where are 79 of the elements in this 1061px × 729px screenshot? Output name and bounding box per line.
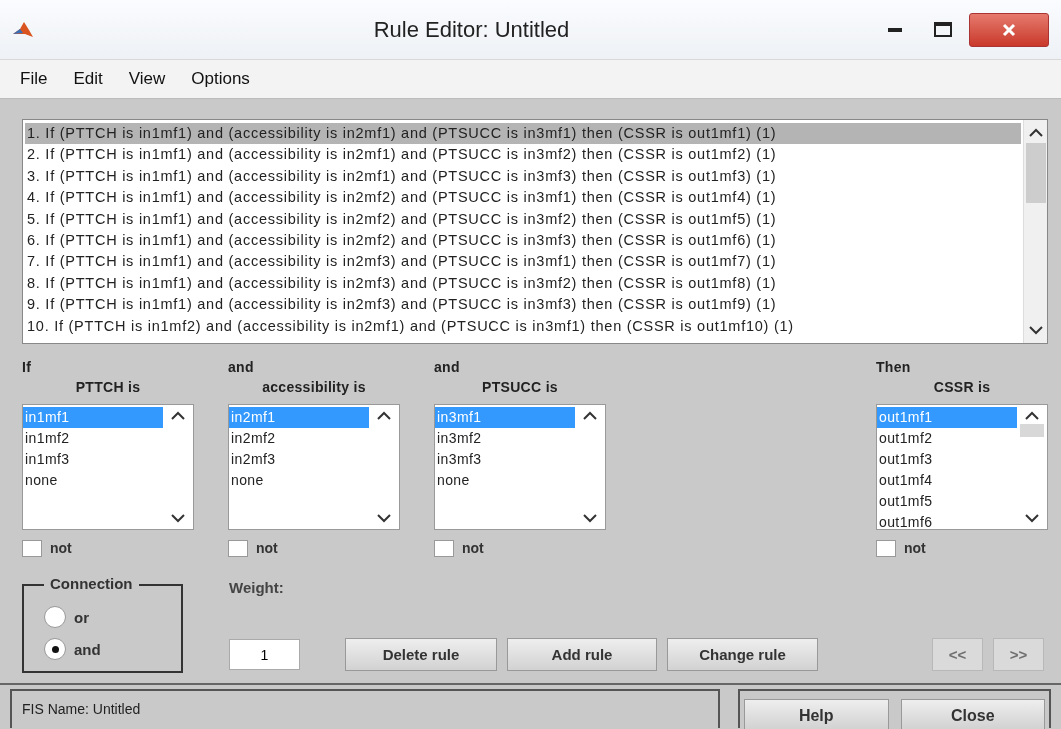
weight-field[interactable]: 1 — [229, 639, 300, 670]
membership-list[interactable]: out1mf1 out1mf2 out1mf3 out1mf4 out1mf5 out1mf6 — [876, 404, 1048, 530]
scrollbar[interactable] — [1023, 120, 1047, 343]
radio-label: or — [74, 608, 89, 626]
list-item[interactable]: in2mf3 — [229, 449, 369, 470]
connective-label: and — [228, 359, 254, 377]
variable-label: PTTCH is — [75, 379, 141, 397]
radio-button[interactable] — [44, 638, 66, 660]
checkbox-label: not — [462, 540, 484, 556]
list-item[interactable]: out1mf5 — [877, 491, 1017, 512]
list-item[interactable]: in1mf2 — [23, 428, 163, 449]
radio-label: and — [74, 640, 101, 658]
scroll-up-icon[interactable] — [377, 411, 391, 420]
connective-label: If — [22, 359, 32, 377]
list-item[interactable]: out1mf4 — [877, 470, 1017, 491]
scroll-down-icon[interactable] — [171, 514, 185, 523]
minimize-icon — [888, 27, 902, 32]
group-title: Connection — [44, 575, 139, 592]
scroll-up-icon[interactable] — [1028, 128, 1043, 137]
rule-item[interactable]: 5. If (PTTCH is in1mf1) and (accessibility is in2mf2) and (PTSUCC is in3mf2) then (CSSR is out1mf5) (1) — [25, 208, 1021, 230]
list-item[interactable]: in3mf3 — [435, 449, 575, 470]
rule-item[interactable]: 9. If (PTTCH is in1mf1) and (accessibility is in2mf3) and (PTSUCC is in3mf3) then (CSSR is out1mf9) (1) — [25, 294, 1021, 316]
menu-item[interactable]: Options — [181, 67, 260, 91]
checkbox-label: not — [50, 540, 72, 556]
list-item[interactable]: none — [435, 470, 575, 491]
menu-item[interactable]: Edit — [63, 67, 113, 91]
not-checkbox[interactable] — [22, 539, 42, 557]
rule-button[interactable]: Delete rule — [345, 638, 497, 671]
not-checkbox[interactable] — [434, 539, 454, 557]
rule-item[interactable]: 3. If (PTTCH is in1mf1) and (accessibility is in2mf1) and (PTSUCC is in3mf3) then (CSSR is out1mf3) (1) — [25, 165, 1021, 188]
dialog-button[interactable]: Help — [744, 699, 889, 729]
scroll-thumb[interactable] — [1020, 424, 1044, 437]
rule-button[interactable]: Add rule — [507, 638, 657, 671]
membership-list[interactable]: in1mf1 in1mf2 in1mf3 none — [22, 404, 194, 530]
rule-item[interactable]: 4. If (PTTCH is in1mf1) and (accessibility is in2mf2) and (PTSUCC is in3mf1) then (CSSR is out1mf4) (1) — [25, 187, 1021, 209]
scroll-up-icon[interactable] — [1025, 411, 1039, 420]
menu-item[interactable]: File — [10, 67, 58, 91]
variable-label: PTSUCC is — [482, 379, 558, 397]
rule-item[interactable]: 6. If (PTTCH is in1mf1) and (accessibility is in2mf2) and (PTSUCC is in3mf3) then (CSSR is out1mf6) (1) — [25, 229, 1021, 252]
not-checkbox[interactable] — [228, 539, 248, 557]
list-item[interactable]: none — [23, 470, 163, 491]
variable-label: accessibility is — [262, 379, 366, 397]
list-item[interactable]: in1mf3 — [23, 449, 163, 470]
not-checkbox[interactable] — [876, 539, 896, 557]
list-item[interactable]: in2mf2 — [229, 428, 369, 449]
scroll-up-icon[interactable] — [171, 411, 185, 420]
close-icon — [1002, 22, 1016, 37]
weight-label: Weight: — [229, 579, 284, 596]
rule-item[interactable]: 8. If (PTTCH is in1mf1) and (accessibility is in2mf3) and (PTSUCC is in3mf2) then (CSSR is out1mf8) (1) — [25, 272, 1021, 295]
list-item[interactable]: out1mf2 — [877, 428, 1017, 449]
dialog-button[interactable]: Close — [900, 699, 1045, 729]
checkbox-label: not — [256, 540, 278, 556]
scroll-down-icon[interactable] — [1028, 326, 1043, 335]
connective-label: Then — [876, 359, 911, 377]
scroll-down-icon[interactable] — [377, 514, 391, 523]
maximize-icon — [934, 22, 952, 37]
rule-item[interactable]: 1. If (PTTCH is in1mf1) and (accessibility is in2mf1) and (PTSUCC is in3mf1) then (CSSR is out1mf1) (1) — [25, 123, 1021, 145]
rule-item[interactable]: 2. If (PTTCH is in1mf1) and (accessibility is in2mf1) and (PTSUCC is in3mf2) then (CSSR is out1mf2) (1) — [25, 144, 1021, 166]
membership-list[interactable]: in2mf1 in2mf2 in2mf3 none — [228, 404, 400, 530]
scroll-down-icon[interactable] — [1025, 514, 1039, 523]
list-item[interactable]: out1mf3 — [877, 449, 1017, 470]
scroll-down-icon[interactable] — [583, 514, 597, 523]
checkbox-label: not — [904, 540, 926, 556]
list-item[interactable]: in3mf2 — [435, 428, 575, 449]
close-button[interactable] — [969, 12, 1049, 47]
list-item[interactable]: none — [229, 470, 369, 491]
window-title: Rule Editor: Untitled — [372, 16, 571, 43]
list-item[interactable]: out1mf6 — [877, 512, 1017, 529]
scroll-up-icon[interactable] — [583, 411, 597, 420]
variable-label: CSSR is — [933, 379, 991, 397]
rule-item[interactable]: 7. If (PTTCH is in1mf1) and (accessibility is in2mf3) and (PTSUCC is in3mf1) then (CSSR is out1mf7) (1) — [25, 251, 1021, 273]
rule-item[interactable]: 10. If (PTTCH is in1mf2) and (accessibility is in2mf1) and (PTSUCC is in3mf1) then (CSSR is out1mf10) (1) — [25, 315, 1021, 337]
radio-button[interactable] — [44, 606, 66, 628]
status-text: FIS Name: Untitled — [10, 689, 720, 728]
connective-label: and — [434, 359, 460, 377]
scroll-thumb[interactable] — [1025, 143, 1046, 203]
membership-list[interactable]: in3mf1 in3mf2 in3mf3 none — [434, 404, 606, 530]
menu-item[interactable]: View — [118, 67, 176, 91]
rule-button[interactable]: Change rule — [667, 638, 818, 671]
